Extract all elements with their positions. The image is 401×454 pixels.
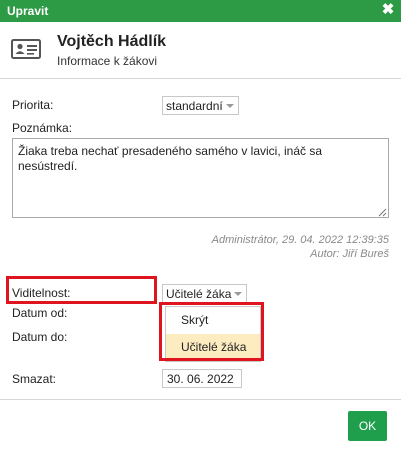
created-info: Administrátor, 29. 04. 2022 12:39:35 xyxy=(211,234,389,246)
student-name: Vojtěch Hádlík xyxy=(57,33,167,50)
note-textarea[interactable]: Žiaka treba nechať presadeného samého v … xyxy=(12,138,389,218)
dialog-titlebar: Upravit ✖ xyxy=(0,0,401,22)
priority-label: Priorita: xyxy=(12,98,54,112)
chevron-down-icon xyxy=(226,104,234,108)
dialog-header: Vojtěch Hádlík Informace k žákovi xyxy=(0,22,401,79)
visibility-value: Učitelé žáka xyxy=(166,287,232,301)
delete-label: Smazat: xyxy=(12,372,57,386)
visibility-label-highlight xyxy=(6,276,157,304)
priority-select[interactable]: standardní xyxy=(162,96,239,115)
author-info: Autor: Jiří Bureš xyxy=(310,248,389,260)
dropdown-highlight xyxy=(159,302,264,361)
id-card-icon xyxy=(11,39,41,59)
date-to-label: Datum do: xyxy=(12,330,68,344)
footer-divider xyxy=(0,399,401,400)
delete-date-input[interactable]: 30. 06. 2022 xyxy=(162,369,242,388)
close-icon[interactable]: ✖ xyxy=(381,2,395,18)
visibility-select[interactable]: Učitelé žáka xyxy=(162,284,247,303)
ok-button[interactable]: OK xyxy=(348,411,387,441)
resize-grip-icon[interactable] xyxy=(377,207,387,217)
date-from-label: Datum od: xyxy=(12,306,68,320)
note-label: Poznámka: xyxy=(12,121,73,135)
dialog-title: Upravit xyxy=(7,4,49,18)
header-subtitle: Informace k žákovi xyxy=(57,54,158,68)
chevron-down-icon xyxy=(234,292,242,296)
priority-value: standardní xyxy=(166,99,223,113)
